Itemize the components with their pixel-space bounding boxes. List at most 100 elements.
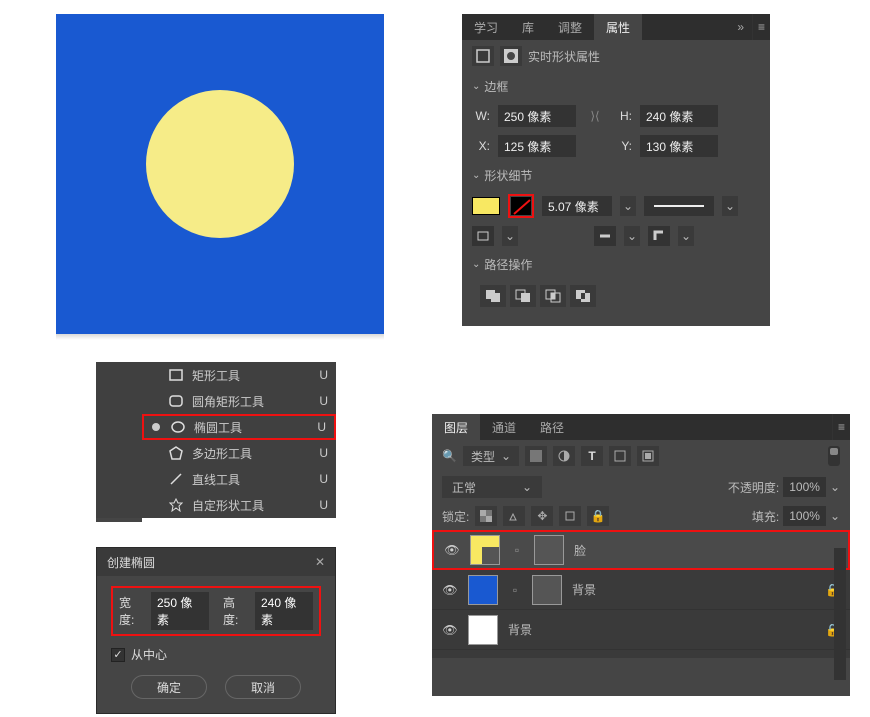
fill-dd-icon[interactable]: ⌄ [830,509,840,523]
close-icon[interactable]: ✕ [315,555,325,569]
tab-paths[interactable]: 路径 [528,414,576,440]
layer-name[interactable]: 背景 [508,621,532,638]
layer-row[interactable]: 👁 ▫ 脸 [432,530,850,570]
tool-item-ellipse[interactable]: 椭圆工具U [142,414,336,440]
fill-swatch[interactable] [472,197,500,215]
ok-button[interactable]: 确定 [131,675,207,699]
search-icon[interactable]: 🔍 [442,449,457,463]
width-input[interactable]: 250 像素 [498,105,576,127]
visibility-icon[interactable]: 👁 [442,623,458,637]
mask-link-icon[interactable]: ▫ [510,543,524,557]
link-wh-icon[interactable]: ⟩⟨ [584,109,606,123]
tool-item-custom[interactable]: 自定形状工具 U [142,492,336,518]
path-intersect-icon[interactable] [540,285,566,307]
stroke-width-dropdown[interactable]: ⌄ [620,196,636,216]
lock-artboard-icon[interactable] [559,506,581,526]
height-input[interactable]: 240 像素 [640,105,718,127]
visibility-icon[interactable]: 👁 [444,543,460,557]
section-shape-detail[interactable]: ⌄形状细节 [462,161,770,190]
dims-wh-row: W: 250 像素 ⟩⟨ H: 240 像素 [462,101,770,131]
dlg-height-input[interactable]: 240 像素 [255,592,313,630]
line-icon [168,471,184,487]
live-shape-row: 实时形状属性 [462,40,770,72]
layer-row[interactable]: 👁背景🔒 [432,610,850,650]
from-center-checkbox[interactable]: ✓ [111,648,125,662]
tab-adjust[interactable]: 调整 [546,14,594,40]
tab-layers[interactable]: 图层 [432,414,480,440]
blend-mode-dropdown[interactable]: 正常⌄ [442,476,542,498]
lock-paint-icon[interactable] [503,506,525,526]
live-shape-label: 实时形状属性 [528,48,600,65]
opacity-label: 不透明度: [728,479,779,496]
y-input[interactable]: 130 像素 [640,135,718,157]
stroke-style-dropdown[interactable] [644,196,714,216]
ellipse-icon [170,419,186,435]
layer-name[interactable]: 背景 [572,581,596,598]
corner-dd[interactable]: ⌄ [678,226,694,246]
stroke-swatch[interactable] [511,197,531,215]
lock-row: 锁定: ✥ 🔒 填充: 100% ⌄ [432,502,850,530]
tool-item-rect[interactable]: 矩形工具U [142,362,336,388]
stroke-align-button[interactable] [472,226,494,246]
mask-link-icon[interactable]: ▫ [508,583,522,597]
filter-shape-icon[interactable] [609,446,631,466]
stroke-style-dd-icon[interactable]: ⌄ [722,196,738,216]
tab-channels[interactable]: 通道 [480,414,528,440]
opacity-dd-icon[interactable]: ⌄ [830,480,840,494]
corner-button[interactable] [648,226,670,246]
scrollbar[interactable] [834,548,846,680]
stroke-align-dd[interactable]: ⌄ [502,226,518,246]
lock-all-icon[interactable]: 🔒 [587,506,609,526]
lock-pos-icon[interactable]: ✥ [531,506,553,526]
selected-dot [152,423,160,431]
stroke-width-input[interactable]: 5.07 像素 [542,196,612,216]
section-path-ops[interactable]: ⌄路径操作 [462,250,770,279]
mask-thumb [534,535,564,565]
path-exclude-icon[interactable] [570,285,596,307]
path-subtract-icon[interactable] [510,285,536,307]
panel-menu-icon[interactable]: ≡ [752,14,770,40]
filter-toggle[interactable] [828,446,840,466]
tool-label: 自定形状工具 [192,497,264,514]
layers-menu-icon[interactable]: ≡ [832,414,850,440]
filter-type-dropdown[interactable]: 类型⌄ [463,446,519,466]
tool-item-round-rect[interactable]: 圆角矩形工具U [142,388,336,414]
from-center-label: 从中心 [131,646,167,663]
tab-learn[interactable]: 学习 [462,14,510,40]
layers-panel: 图层 通道 路径 ≡ 🔍 类型⌄ T 正常⌄ 不透明度: 100% ⌄ 锁定: … [432,414,850,696]
from-center-row: ✓ 从中心 [111,646,321,663]
cap-button[interactable] [594,226,616,246]
opacity-input[interactable]: 100% [783,477,826,497]
tool-label: 圆角矩形工具 [192,393,264,410]
h-label: H: [614,109,632,123]
tab-collapse-icon[interactable]: » [729,14,752,40]
layer-thumb [468,615,498,645]
dialog-title: 创建椭圆 [107,554,155,571]
lock-trans-icon[interactable] [475,506,497,526]
tab-properties[interactable]: 属性 [594,14,642,40]
mask-icon [500,46,522,66]
fill-input[interactable]: 100% [783,506,826,526]
path-ops-buttons [462,279,770,313]
mask-thumb [532,575,562,605]
x-input[interactable]: 125 像素 [498,135,576,157]
filter-smart-icon[interactable] [637,446,659,466]
filter-pixel-icon[interactable] [525,446,547,466]
dlg-width-input[interactable]: 250 像素 [151,592,209,630]
layer-thumb [468,575,498,605]
shortcut: U [319,498,328,512]
tool-item-line[interactable]: 直线工具U [142,466,336,492]
tool-item-polygon[interactable]: 多边形工具U [142,440,336,466]
layer-name[interactable]: 脸 [574,542,586,559]
cancel-button[interactable]: 取消 [225,675,301,699]
filter-adjust-icon[interactable] [553,446,575,466]
dlg-width-label: 宽度: [119,594,137,628]
path-combine-icon[interactable] [480,285,506,307]
section-border[interactable]: ⌄边框 [462,72,770,101]
tool-label: 直线工具 [192,471,240,488]
layer-row[interactable]: 👁▫背景🔒 [432,570,850,610]
filter-text-icon[interactable]: T [581,446,603,466]
cap-dd[interactable]: ⌄ [624,226,640,246]
visibility-icon[interactable]: 👁 [442,583,458,597]
tab-libraries[interactable]: 库 [510,14,546,40]
